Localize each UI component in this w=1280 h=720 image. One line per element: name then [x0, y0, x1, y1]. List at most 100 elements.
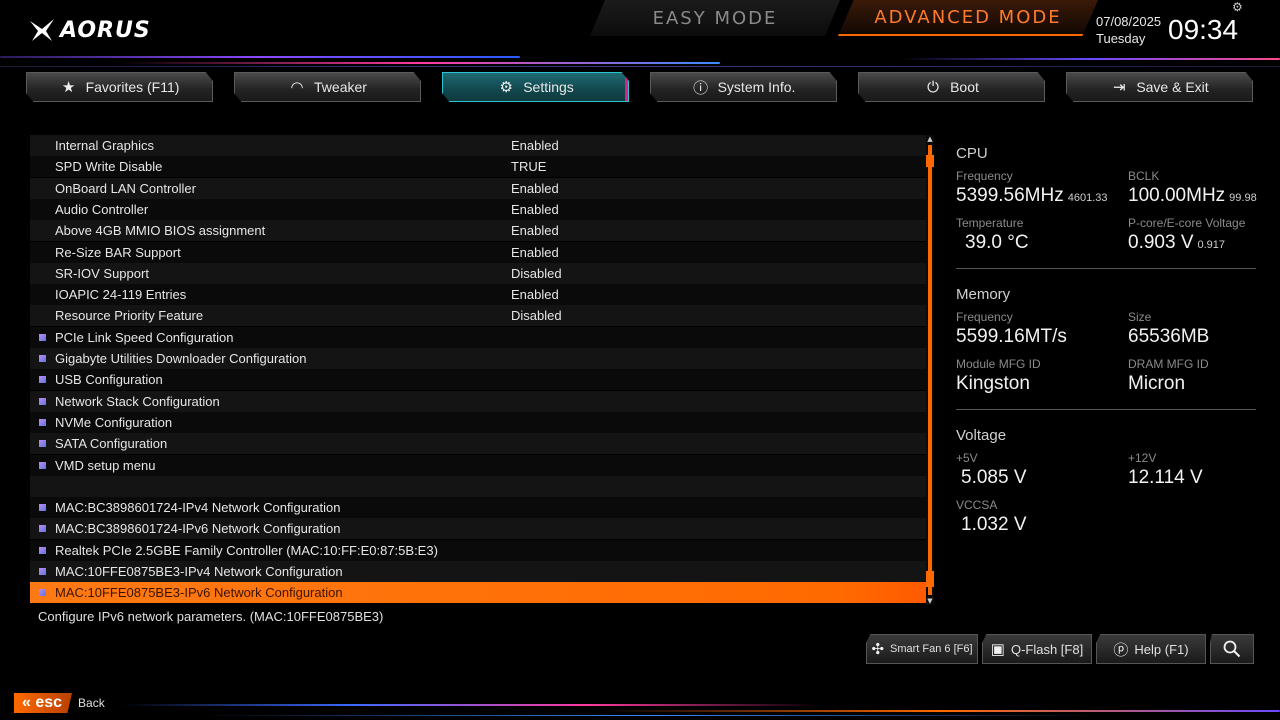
submenu-network-stack[interactable]: Network Stack Configuration [30, 390, 926, 412]
cpu-frequency-sub: 4601.33 [1067, 192, 1108, 204]
scroll-down-arrow-icon[interactable]: ▼ [926, 597, 934, 605]
exit-icon: ⇥ [1113, 79, 1126, 96]
submenu-bullet-icon [39, 376, 46, 384]
submenu-label: NVMe Configuration [55, 414, 173, 430]
memory-size-label: Size [1128, 310, 1152, 324]
scroll-up-arrow-icon[interactable]: ▲ [926, 135, 934, 143]
setting-row-resource-priority[interactable]: Resource Priority Feature Disabled [30, 305, 926, 327]
submenu-mac1-ipv6[interactable]: MAC:BC3898601724-IPv6 Network Configurat… [30, 518, 926, 540]
settings-list: Internal Graphics Enabled SPD Write Disa… [30, 135, 926, 605]
submenu-label: MAC:10FFE0875BE3-IPv6 Network Configurat… [55, 585, 343, 601]
star-icon: ★ [61, 79, 76, 96]
setting-value[interactable]: Enabled [511, 202, 559, 217]
memory-frequency-label: Frequency [956, 310, 1013, 324]
chip-icon: ▣ [990, 641, 1005, 658]
submenu-mac2-ipv6-selected[interactable]: MAC:10FFE0875BE3-IPv6 Network Configurat… [30, 582, 926, 604]
info-icon: ⓘ [693, 79, 709, 97]
setting-row-sr-iov[interactable]: SR-IOV Support Disabled [30, 262, 926, 284]
item-help-text: Configure IPv6 network parameters. (MAC:… [38, 609, 384, 624]
scroll-thumb[interactable] [926, 155, 934, 167]
submenu-mac2-ipv4[interactable]: MAC:10FFE0875BE3-IPv4 Network Configurat… [30, 561, 926, 582]
section-divider [956, 268, 1256, 269]
submenu-label: Gigabyte Utilities Downloader Configurat… [55, 351, 307, 366]
submenu-mac1-ipv4[interactable]: MAC:BC3898601724-IPv4 Network Configurat… [30, 497, 926, 519]
submenu-nvme[interactable]: NVMe Configuration [30, 411, 926, 433]
help-button[interactable]: ⓟ Help (F1) [1096, 634, 1206, 664]
setting-label: Re-Size BAR Support [55, 244, 181, 260]
main-nav: ★ Favorites (F11) ◠ Tweaker ⚙ Settings ⓘ… [26, 72, 1254, 104]
blank-row [30, 475, 926, 497]
setting-value[interactable]: Enabled [511, 287, 559, 302]
tab-tweaker[interactable]: ◠ Tweaker [234, 72, 421, 102]
setting-value[interactable]: Enabled [511, 245, 559, 260]
setting-value[interactable]: Enabled [511, 138, 559, 153]
submenu-bullet-icon [39, 546, 46, 554]
smart-fan-label: Smart Fan 6 [F6] [890, 643, 973, 655]
cpu-temp-label: Temperature [956, 216, 1024, 230]
cpu-temp-value: 39.0 °C [965, 232, 1029, 253]
submenu-bullet-icon [39, 333, 46, 341]
date-display: 07/08/2025 Tuesday [1096, 13, 1161, 47]
tab-favorites[interactable]: ★ Favorites (F11) [26, 72, 213, 102]
scroll-track[interactable] [928, 145, 932, 595]
setting-label: Above 4GB MMIO BIOS assignment [55, 223, 266, 239]
setting-row-spd-write-disable[interactable]: SPD Write Disable TRUE [30, 156, 926, 178]
advanced-mode-tab[interactable]: ADVANCED MODE [838, 0, 1098, 36]
brand-name: AORUS [60, 17, 151, 43]
cpu-section-title: CPU [956, 145, 988, 162]
esc-back-button[interactable]: « esc Back [14, 693, 105, 713]
setting-label: IOAPIC 24-119 Entries [55, 287, 187, 303]
search-button[interactable] [1210, 634, 1254, 664]
decor-streak [900, 58, 1280, 60]
setting-row-resize-bar[interactable]: Re-Size BAR Support Enabled [30, 241, 926, 263]
setting-value[interactable]: Disabled [511, 266, 562, 281]
easy-mode-tab[interactable]: EASY MODE [590, 0, 840, 36]
submenu-bullet-icon [39, 525, 46, 533]
qflash-label: Q-Flash [F8] [1010, 641, 1084, 657]
submenu-bullet-icon [39, 355, 46, 362]
setting-row-above-4gb[interactable]: Above 4GB MMIO BIOS assignment Enabled [30, 220, 926, 242]
setting-row-ioapic[interactable]: IOAPIC 24-119 Entries Enabled [30, 284, 926, 306]
aorus-logo: AORUS [28, 14, 151, 46]
decor-streak [200, 715, 1100, 716]
section-divider [956, 409, 1256, 410]
v5-label: +5V [956, 451, 978, 465]
help-icon: ⓟ [1113, 641, 1129, 659]
submenu-pcie-link-speed[interactable]: PCIe Link Speed Configuration [30, 326, 926, 348]
day-text: Tuesday [1096, 31, 1146, 46]
submenu-sata[interactable]: SATA Configuration [30, 433, 926, 455]
submenu-label: PCIe Link Speed Configuration [55, 329, 234, 345]
setting-label: SR-IOV Support [55, 265, 149, 281]
submenu-bullet-icon [39, 461, 46, 469]
bclk-value: 100.00MHz 99.98 [1128, 185, 1257, 207]
tab-label: System Info. [717, 79, 796, 95]
submenu-realtek-controller[interactable]: Realtek PCIe 2.5GBE Family Controller (M… [30, 539, 926, 561]
submenu-bullet-icon [39, 440, 46, 448]
setting-label: Audio Controller [55, 201, 149, 217]
setting-row-internal-graphics[interactable]: Internal Graphics Enabled [30, 135, 926, 156]
setting-value[interactable]: Enabled [511, 181, 559, 196]
tab-save-exit[interactable]: ⇥ Save & Exit [1066, 72, 1253, 102]
submenu-vmd[interactable]: VMD setup menu [30, 454, 926, 476]
memory-size-value: 65536MB [1128, 326, 1210, 347]
submenu-usb[interactable]: USB Configuration [30, 369, 926, 391]
setting-value[interactable]: Enabled [511, 223, 559, 238]
submenu-label: VMD setup menu [55, 457, 156, 473]
setting-value[interactable]: Disabled [511, 308, 562, 323]
list-scrollbar[interactable]: ▲ ▼ [926, 135, 934, 605]
esc-key[interactable]: « esc [14, 693, 73, 713]
setting-value[interactable]: TRUE [511, 159, 546, 174]
setting-row-audio-controller[interactable]: Audio Controller Enabled [30, 198, 926, 220]
submenu-label: Network Stack Configuration [55, 393, 220, 409]
settings-gear-icon[interactable]: ⚙ [1232, 0, 1243, 14]
smart-fan-button[interactable]: ✣ Smart Fan 6 [F6] [866, 634, 978, 664]
qflash-button[interactable]: ▣ Q-Flash [F8] [982, 634, 1092, 664]
tab-system-info[interactable]: ⓘ System Info. [650, 72, 837, 102]
tab-boot[interactable]: ⏻ Boot [858, 72, 1045, 102]
scroll-thumb[interactable] [926, 571, 934, 587]
submenu-gigabyte-utilities[interactable]: Gigabyte Utilities Downloader Configurat… [30, 348, 926, 369]
tab-settings[interactable]: ⚙ Settings [442, 72, 629, 102]
setting-label: SPD Write Disable [55, 159, 163, 175]
vccsa-label: VCCSA [956, 498, 998, 512]
setting-row-onboard-lan[interactable]: OnBoard LAN Controller Enabled [30, 177, 926, 199]
